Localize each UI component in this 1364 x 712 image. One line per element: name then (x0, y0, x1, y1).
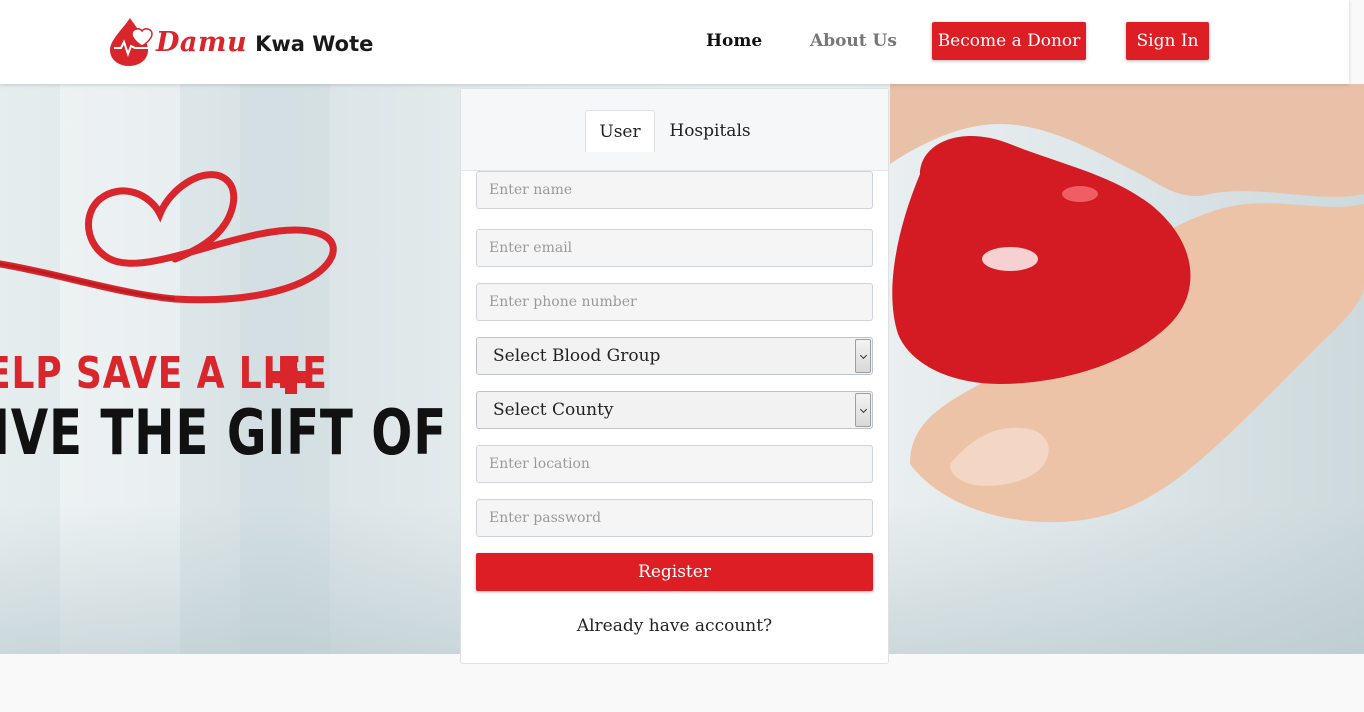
tab-hospitals[interactable]: Hospitals (661, 110, 759, 152)
nav-link-home[interactable]: Home (706, 31, 762, 51)
county-select-label: Select County (493, 400, 614, 420)
site-logo[interactable]: Damu Kwa Wote (108, 16, 373, 68)
hands-holding-heart-image (890, 84, 1364, 523)
site-header: Damu Kwa Wote Home About Us Become a Don… (0, 0, 1349, 84)
county-select[interactable]: Select County (476, 391, 873, 429)
become-donor-button[interactable]: Become a Donor (932, 22, 1086, 60)
blood-drop-heart-icon (108, 16, 154, 68)
location-input[interactable] (477, 446, 872, 482)
sign-in-button[interactable]: Sign In (1126, 22, 1209, 60)
logo-word-damu: Damu (156, 26, 248, 58)
chevron-down-icon[interactable] (855, 393, 871, 427)
location-field[interactable] (476, 445, 873, 483)
ribbon-heart-graphic (0, 171, 337, 304)
registration-card: User Hospitals Select Blood Group Select… (460, 88, 889, 664)
chevron-down-icon[interactable] (855, 339, 871, 373)
email-input[interactable] (477, 230, 872, 266)
phone-field[interactable] (476, 283, 873, 321)
blood-group-select[interactable]: Select Blood Group (476, 337, 873, 375)
name-input[interactable] (477, 172, 872, 208)
nav-link-about-us[interactable]: About Us (810, 31, 897, 51)
card-header: User Hospitals (461, 89, 888, 171)
register-button[interactable]: Register (476, 553, 873, 591)
phone-input[interactable] (477, 284, 872, 320)
password-field[interactable] (476, 499, 873, 537)
logo-word-kwa-wote: Kwa Wote (255, 31, 374, 56)
red-cross-icon (270, 360, 312, 394)
blood-group-select-label: Select Blood Group (493, 346, 661, 366)
password-input[interactable] (477, 500, 872, 536)
already-have-account-link[interactable]: Already have account? (461, 616, 888, 636)
email-field[interactable] (476, 229, 873, 267)
tab-user[interactable]: User (585, 110, 655, 152)
name-field[interactable] (476, 171, 873, 209)
